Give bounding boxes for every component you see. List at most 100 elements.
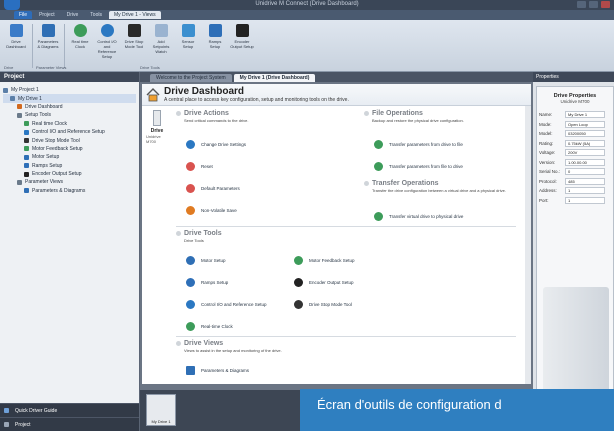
encoder-output-setup-button[interactable]: Encoder Output Setup (294, 278, 354, 287)
control-io-setup-button[interactable]: Control I/O and Reference Setup (186, 300, 267, 309)
minimize-button[interactable] (577, 1, 586, 8)
property-value[interactable]: Open Loop (565, 120, 605, 128)
project-panel-header: Project (0, 72, 139, 82)
dashboard-icon (9, 24, 23, 37)
tree-item-label: Setup Tools (25, 112, 52, 119)
property-row: Mode: Open Loop (537, 120, 613, 130)
tree-item[interactable]: Motor Feedback Setup (3, 145, 136, 153)
drive-to-file-button[interactable]: Transfer parameters from drive to file (374, 140, 463, 149)
file-to-drive-button[interactable]: Transfer parameters from file to drive (374, 162, 463, 171)
guide-icon (4, 408, 9, 413)
property-row: Name: My Drive 1 (537, 110, 613, 120)
change-drive-settings-button[interactable]: Change Drive Settings (186, 140, 246, 149)
tree-item[interactable]: Drive Dashboard (3, 103, 136, 111)
tab-drive-dashboard[interactable]: My Drive 1 (Drive Dashboard) (233, 74, 316, 82)
tree-item[interactable]: My Project 1 (3, 86, 136, 94)
tab-drive[interactable]: Drive (62, 11, 84, 19)
tree-item-label: My Drive 1 (18, 95, 42, 102)
property-value[interactable]: My Drive 1 (565, 111, 605, 119)
property-key: Model: (539, 131, 553, 137)
tree-item-label: Motor Feedback Setup (32, 145, 83, 152)
ribbon-button-parameters[interactable]: Parameters & Diagrams (36, 24, 60, 68)
ribbon-button-control-io[interactable]: Control I/O and Reference Setup (95, 24, 119, 68)
dashboard-scrollbar[interactable] (525, 106, 531, 384)
ribbon: Drive Dashboard Parameters & Diagrams Re… (0, 20, 614, 72)
ramps-setup-button[interactable]: Ramps Setup (186, 278, 228, 287)
project-view-button[interactable]: Project (0, 417, 139, 431)
property-key: Version: (539, 159, 556, 165)
divider (176, 336, 516, 337)
tree-node-icon (24, 138, 29, 144)
ribbon-button-sensor[interactable]: Sensor Setup (176, 24, 200, 68)
project-view-label: Project (15, 421, 31, 428)
tree-item[interactable]: Parameter Views (3, 178, 136, 186)
property-key: Mode: (539, 121, 552, 127)
virtual-to-physical-button[interactable]: Transfer virtual drive to physical drive (374, 212, 463, 221)
property-value[interactable]: 200V (565, 149, 605, 157)
parameters-icon (186, 366, 195, 375)
property-value[interactable]: 1 (565, 187, 605, 195)
maximize-button[interactable] (589, 1, 598, 8)
ramps-icon (186, 278, 195, 287)
settings-icon (186, 140, 195, 149)
ribbon-group-label: Drive (4, 65, 14, 70)
caption-banner: Écran d'outils de configuration d (300, 389, 614, 431)
motor-setup-button[interactable]: Motor Setup (186, 256, 226, 265)
property-row: Rating: 0.75kW (5A) (537, 139, 613, 149)
window-title: Unidrive M Connect (Drive Dashboard) (255, 1, 359, 7)
tree-item[interactable]: Drive Stop Mode Tool (3, 136, 136, 144)
tree-item[interactable]: Control I/O and Reference Setup (3, 128, 136, 136)
drive-stop-mode-button[interactable]: Drive Stop Mode Tool (294, 300, 352, 309)
drive-views-title: Drive Views (184, 340, 224, 347)
ribbon-button-watch[interactable]: Add Setpoints Watch (149, 24, 173, 68)
property-value[interactable]: 485 (565, 177, 605, 185)
tab-tools[interactable]: Tools (85, 11, 107, 19)
ribbon-button-dashboard[interactable]: Drive Dashboard (4, 24, 28, 68)
parameters-icon (41, 24, 55, 37)
default-parameters-button[interactable]: Default Parameters (186, 184, 240, 193)
tree-item[interactable]: My Drive 1 (3, 94, 136, 103)
tree-item[interactable]: Motor Setup (3, 153, 136, 161)
ribbon-button-encoder[interactable]: Encoder Output Setup (230, 24, 254, 68)
tab-welcome[interactable]: Welcome to the Project System (150, 74, 232, 82)
motor-feedback-setup-button[interactable]: Motor Feedback Setup (294, 256, 355, 265)
property-value[interactable]: 1 (565, 196, 605, 204)
tree-item[interactable]: Parameters & Diagrams (3, 187, 136, 195)
quick-driver-guide-button[interactable]: Quick Driver Guide (0, 403, 139, 417)
transfer-icon (374, 140, 383, 149)
tab-project[interactable]: Project (34, 11, 60, 19)
non-volatile-save-button[interactable]: Non-Volatile Save (186, 206, 237, 215)
save-icon (186, 206, 195, 215)
tree-node-icon (17, 104, 22, 110)
drive-tools-desc: Drive Tools (184, 238, 204, 243)
parameters-diagrams-button[interactable]: Parameters & Diagrams (186, 366, 249, 375)
real-time-clock-button[interactable]: Real-time Clock (186, 322, 233, 331)
property-value[interactable]: 1.00.00.00 (565, 158, 605, 166)
ribbon-button-ramps[interactable]: Ramps Setup (203, 24, 227, 68)
tab-file[interactable]: File (14, 11, 33, 19)
tree-node-icon (24, 154, 29, 160)
tree-item-label: Ramps Setup (32, 162, 63, 169)
tree-item[interactable]: Real time Clock (3, 120, 136, 128)
tree-item-label: Drive Dashboard (25, 103, 63, 110)
transfer-operations-desc: Transfer the drive configuration between… (372, 188, 506, 193)
property-key: Serial No.: (539, 169, 561, 175)
close-button[interactable] (601, 1, 610, 8)
tree-item[interactable]: Ramps Setup (3, 162, 136, 170)
ribbon-button-clock[interactable]: Real time Clock (68, 24, 92, 68)
stop-mode-icon (294, 300, 303, 309)
property-value[interactable]: 03200050 (565, 130, 605, 138)
drive-tile[interactable]: My Drive 1 (146, 394, 176, 426)
document-tabs: Welcome to the Project System My Drive 1… (140, 72, 533, 82)
tree-item[interactable]: Setup Tools (3, 111, 136, 119)
property-value[interactable]: 0 (565, 168, 605, 176)
quick-driver-guide-label: Quick Driver Guide (15, 407, 58, 414)
tab-drive-views[interactable]: My Drive 1 - Views (108, 11, 161, 19)
project-icon (4, 422, 9, 427)
reset-button[interactable]: Reset (186, 162, 213, 171)
property-key: Protocol: (539, 178, 557, 184)
ribbon-button-stop-mode[interactable]: Drive Stop Mode Tool (122, 24, 146, 68)
property-value[interactable]: 0.75kW (5A) (565, 139, 605, 147)
tree-item[interactable]: Encoder Output Setup (3, 170, 136, 178)
tree-item-label: My Project 1 (11, 87, 39, 94)
